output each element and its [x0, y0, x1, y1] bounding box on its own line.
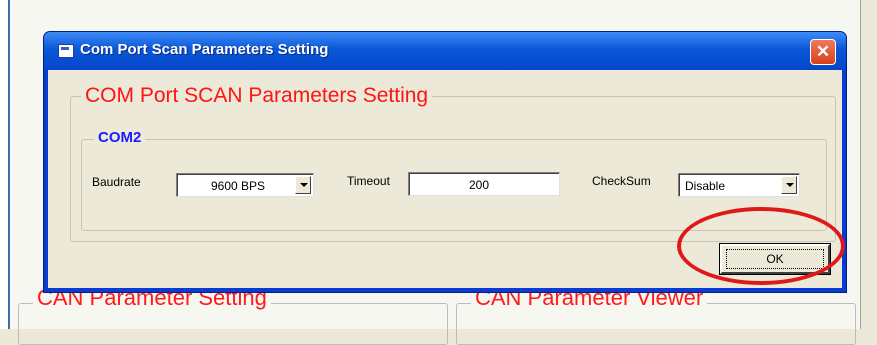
- checksum-label: CheckSum: [592, 174, 651, 188]
- background-right-edge: [860, 0, 877, 329]
- checksum-value: Disable: [685, 179, 726, 193]
- close-icon: ✕: [815, 42, 831, 61]
- scan-parameters-group-title: COM Port SCAN Parameters Setting: [81, 84, 433, 108]
- close-button[interactable]: ✕: [810, 39, 836, 65]
- can-parameter-setting-panel: CAN Parameter Setting: [18, 285, 448, 345]
- timeout-label: Timeout: [347, 174, 390, 188]
- can-parameter-viewer-panel: CAN Parameter Viewer: [456, 285, 856, 345]
- dialog-title: Com Port Scan Parameters Setting: [80, 41, 329, 58]
- background-left-line: [8, 0, 10, 329]
- baudrate-value: 9600 BPS: [211, 179, 266, 193]
- background-left-border: [0, 0, 8, 329]
- timeout-value: 200: [469, 178, 490, 192]
- dialog-titlebar[interactable]: Com Port Scan Parameters Setting ✕: [44, 32, 846, 70]
- com2-group-title: COM2: [94, 129, 146, 146]
- baudrate-label: Baudrate: [92, 175, 141, 189]
- window-icon: [58, 44, 74, 58]
- checksum-select[interactable]: Disable: [678, 173, 800, 197]
- baudrate-select[interactable]: 9600 BPS: [176, 173, 314, 197]
- timeout-input[interactable]: 200: [408, 172, 560, 196]
- ok-highlight-circle: [677, 207, 845, 285]
- baudrate-dropdown-icon[interactable]: [295, 176, 311, 194]
- checksum-dropdown-icon[interactable]: [781, 176, 797, 194]
